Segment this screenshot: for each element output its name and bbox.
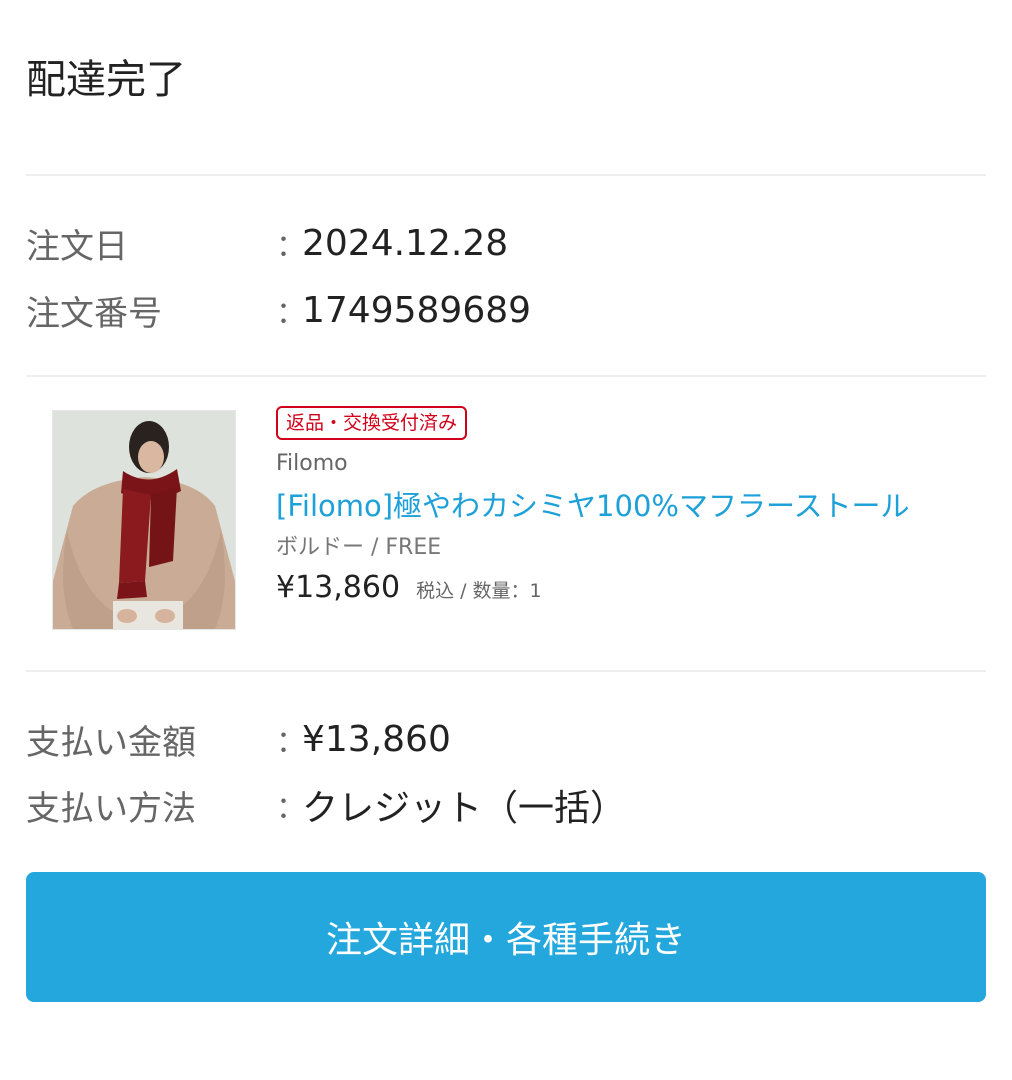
product-variant: ボルドー / FREE [276, 535, 442, 560]
tax-quantity: 税込 / 数量：1 [416, 580, 542, 602]
order-date-row: 注文日 ： 2024.12.28 [26, 218, 508, 268]
payment-method-value: クレジット（一括） [302, 788, 627, 829]
product-name-link[interactable]: [Filomo]極やわカシミヤ100%マフラーストール [276, 484, 976, 528]
colon: ： [276, 791, 306, 826]
divider [26, 670, 986, 672]
divider [26, 174, 986, 176]
payment-amount-row: 支払い金額 ： ¥13,860 [26, 714, 451, 764]
order-number-label: 注文番号 [26, 293, 162, 334]
return-status-badge: 返品・交換受付済み [276, 406, 468, 440]
order-date-label: 注文日 [26, 226, 128, 267]
colon: ： [276, 725, 306, 760]
product-thumbnail[interactable] [52, 410, 236, 630]
colon: ： [276, 229, 306, 264]
product-photo-scarf-icon [53, 411, 235, 629]
order-card: 配達完了 注文日 ： 2024.12.28 注文番号 ： 1749589689 [0, 0, 1012, 1080]
order-details-button[interactable]: 注文詳細・各種手続き [26, 872, 986, 1002]
product-price-line: ¥13,860 税込 / 数量：1 [276, 570, 976, 605]
delivery-status-title: 配達完了 [26, 57, 186, 103]
payment-method-label: 支払い方法 [26, 788, 196, 829]
order-number-row: 注文番号 ： 1749589689 [26, 285, 531, 335]
colon: ： [276, 296, 306, 331]
product-item[interactable]: 返品・交換受付済み Filomo [Filomo]極やわカシミヤ100%マフラー… [26, 378, 986, 670]
order-number-value: 1749589689 [302, 289, 532, 331]
product-price: ¥13,860 [276, 570, 401, 605]
payment-method-row: 支払い方法 ： クレジット（一括） [26, 780, 626, 830]
divider [26, 375, 986, 377]
product-brand: Filomo [276, 451, 348, 476]
order-date-value: 2024.12.28 [302, 222, 509, 264]
payment-amount-label: 支払い金額 [26, 722, 196, 763]
product-info: 返品・交換受付済み Filomo [Filomo]極やわカシミヤ100%マフラー… [276, 406, 976, 605]
payment-amount-value: ¥13,860 [302, 718, 451, 760]
